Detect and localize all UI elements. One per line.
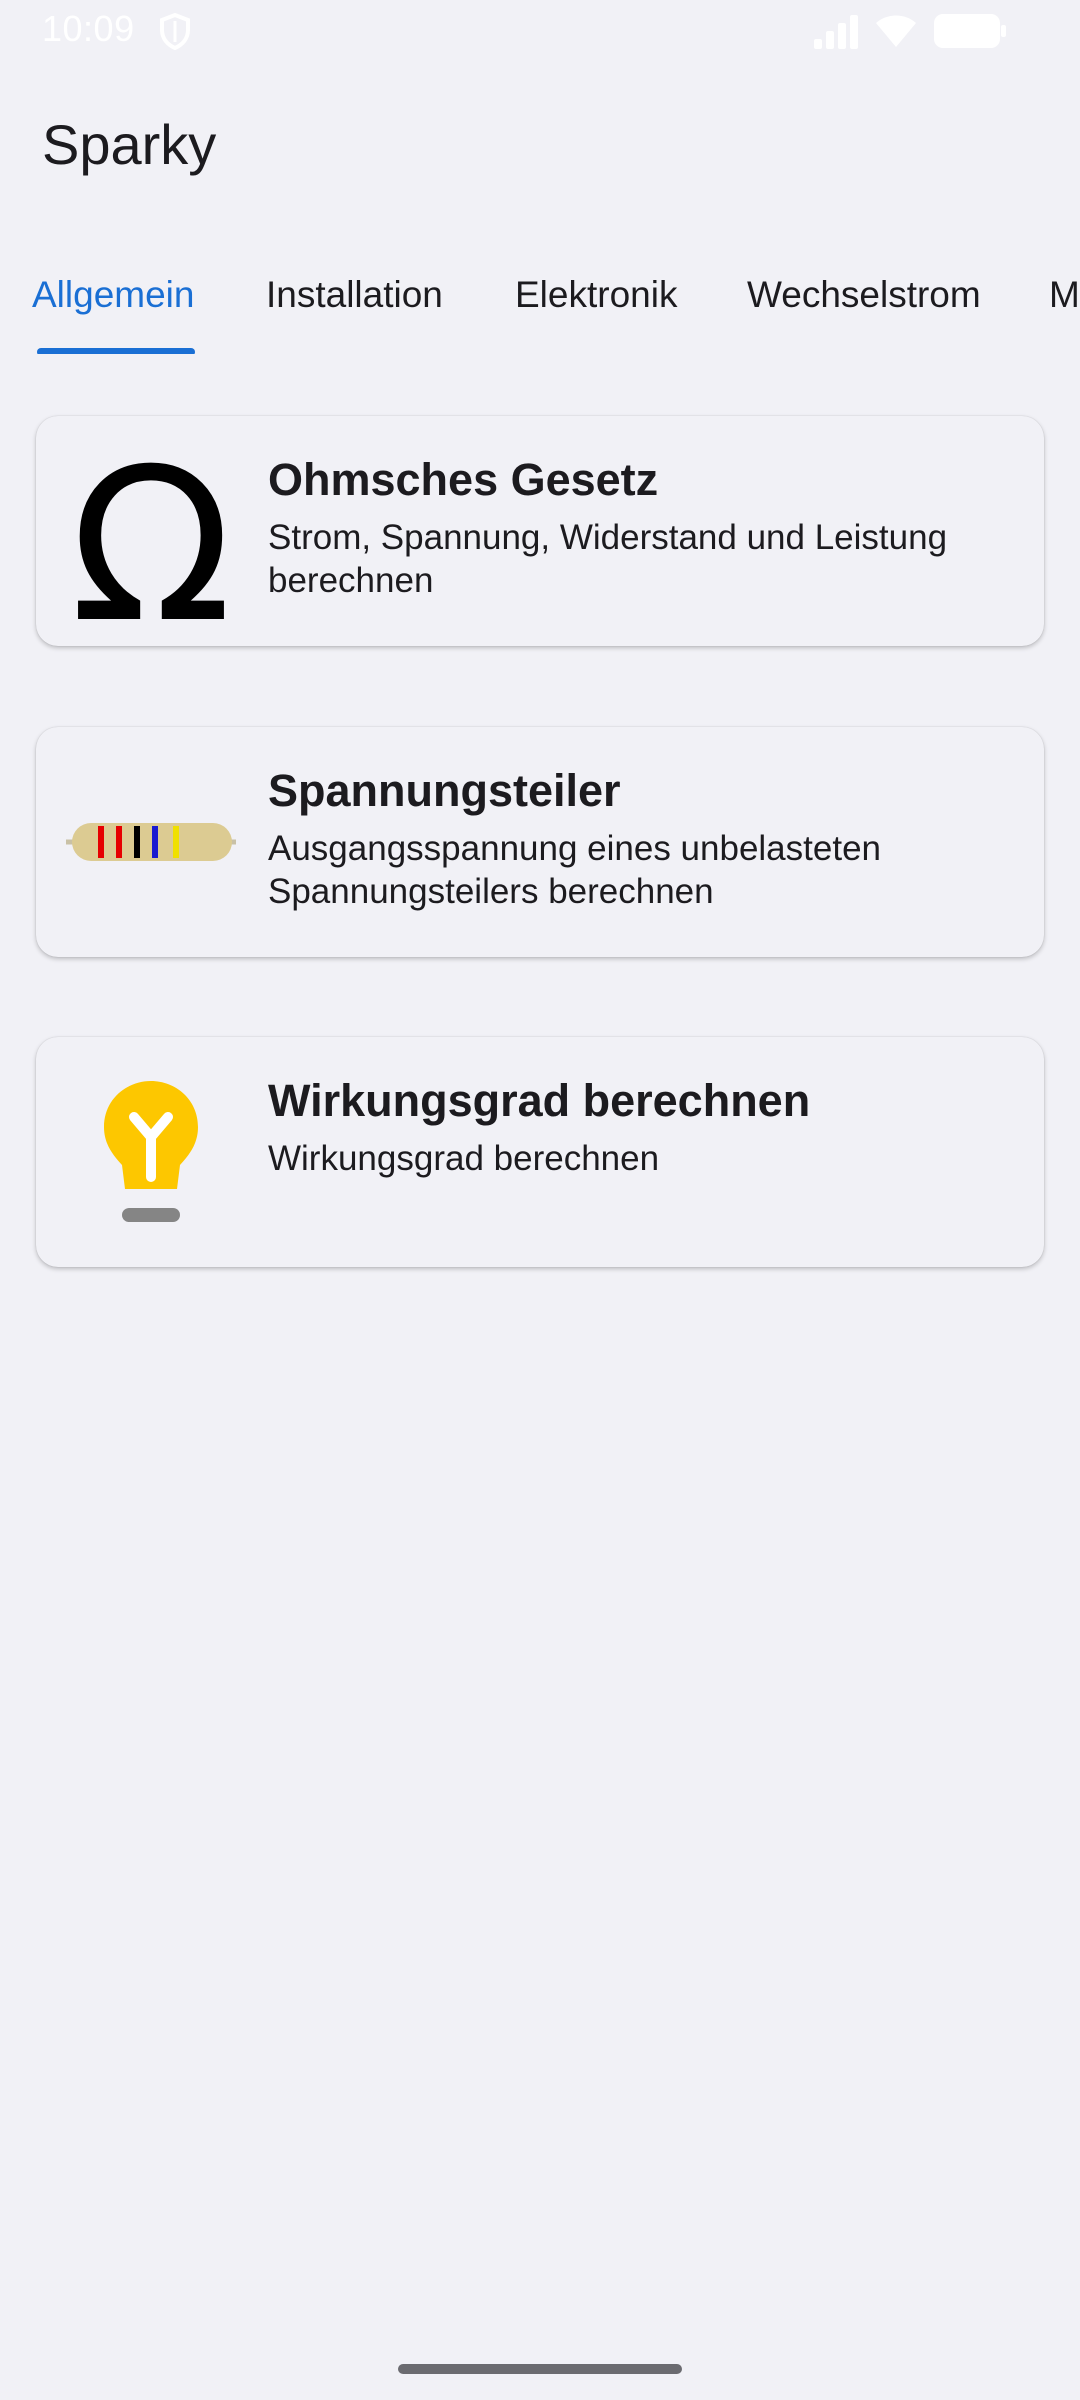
card-title: Ohmsches Gesetz (268, 454, 659, 505)
tab-wechselstrom[interactable]: Wechselstrom (747, 274, 981, 316)
signal-icon (814, 15, 858, 49)
shield-icon (160, 12, 190, 50)
card-description: Strom, Spannung, Widerstand und Leistung… (268, 518, 948, 600)
tab-installation[interactable]: Installation (266, 274, 443, 316)
card-description: Ausgangsspannung eines unbelasteten Span… (268, 829, 881, 911)
status-time: 10:09 (42, 8, 135, 49)
tab-indicator (37, 348, 195, 354)
card-title: Spannungsteiler (268, 765, 621, 816)
tab-more[interactable]: M (1049, 274, 1080, 316)
resistor-icon (66, 823, 236, 861)
tab-elektronik[interactable]: Elektronik (515, 274, 677, 316)
card-description: Wirkungsgrad berechnen (268, 1139, 660, 1178)
card-spannungsteiler[interactable]: Spannungsteiler Ausgangsspannung eines u… (36, 727, 1044, 957)
card-title: Wirkungsgrad berechnen (268, 1075, 811, 1126)
status-bar: 10:09 (0, 0, 1080, 62)
lightbulb-icon (104, 1081, 198, 1222)
tab-allgemein[interactable]: Allgemein (32, 274, 194, 316)
app-title: Sparky (42, 113, 217, 176)
home-indicator[interactable] (398, 2364, 682, 2374)
card-ohmsches-gesetz[interactable]: Ω Ohmsches Gesetz Strom, Spannung, Wider… (36, 416, 1044, 646)
svg-text:Ω: Ω (70, 438, 232, 624)
omega-icon: Ω (70, 438, 232, 624)
wifi-icon (876, 15, 916, 47)
battery-icon (934, 14, 1006, 48)
card-wirkungsgrad[interactable]: Wirkungsgrad berechnen Wirkungsgrad bere… (36, 1037, 1044, 1267)
tab-bar: Allgemein Installation Elektronik Wechse… (0, 262, 1080, 354)
